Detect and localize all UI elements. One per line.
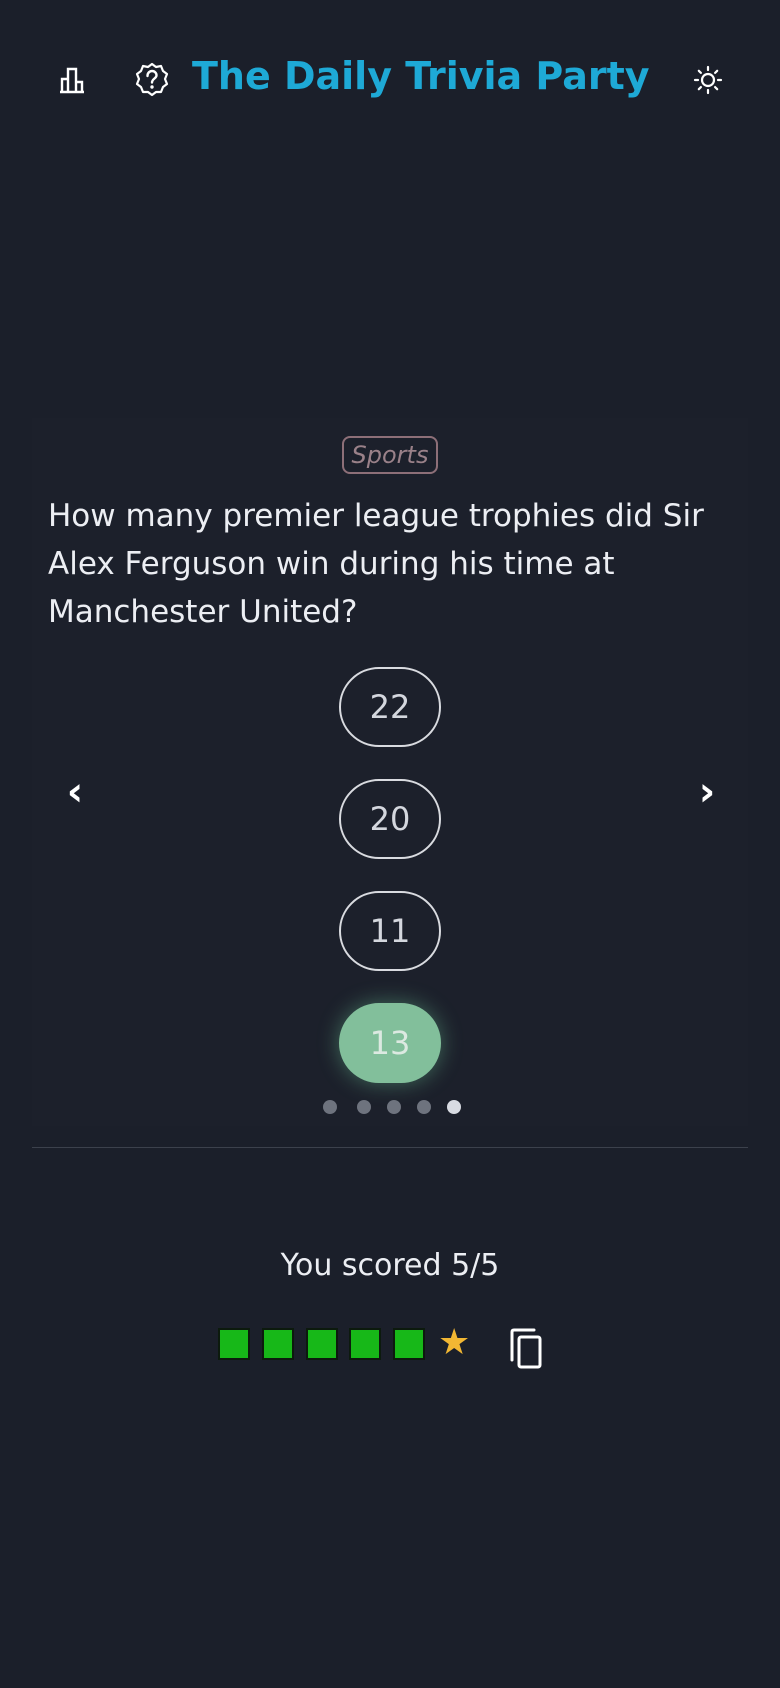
correct-square (349, 1328, 381, 1360)
category-badge: Sports (342, 436, 438, 474)
answer-option[interactable]: 20 (339, 779, 441, 859)
help-button[interactable] (130, 56, 174, 104)
theme-toggle-button[interactable] (688, 56, 728, 104)
pagination-dots (0, 1100, 780, 1116)
correct-square (218, 1328, 250, 1360)
next-question-arrow[interactable]: › (687, 766, 727, 818)
answer-option-selected[interactable]: 13 (339, 1003, 441, 1083)
sun-icon (693, 65, 723, 95)
star-icon: ★ (438, 1322, 471, 1363)
copy-icon (510, 1328, 542, 1369)
score-text: You scored 5/5 (280, 1248, 500, 1283)
answer-option[interactable]: 22 (339, 667, 441, 747)
help-icon (135, 62, 169, 97)
page-dot[interactable] (323, 1100, 337, 1114)
page-dot[interactable] (417, 1100, 431, 1114)
correct-square (306, 1328, 338, 1360)
stats-button[interactable] (52, 58, 92, 102)
previous-question-arrow[interactable]: ‹ (55, 766, 95, 818)
page-dot[interactable] (387, 1100, 401, 1114)
page-dot[interactable] (357, 1100, 371, 1114)
app-header: The Daily Trivia Party (0, 0, 780, 160)
correct-square (262, 1328, 294, 1360)
copy-results-button[interactable] (506, 1326, 546, 1372)
correct-square (393, 1328, 425, 1360)
page-dot-active[interactable] (447, 1100, 461, 1114)
divider (32, 1147, 748, 1148)
answer-option[interactable]: 11 (339, 891, 441, 971)
question-text: How many premier league trophies did Sir… (48, 498, 704, 630)
bar-chart-icon (60, 67, 84, 94)
app-title: The Daily Trivia Party (192, 54, 650, 98)
